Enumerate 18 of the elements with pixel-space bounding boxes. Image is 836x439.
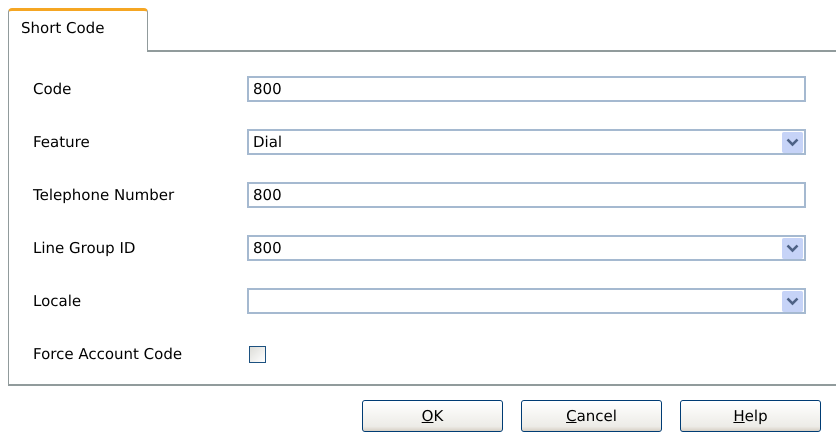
text-field[interactable]: 800 (247, 76, 806, 102)
field-label: Feature (33, 133, 91, 151)
field-label: Telephone Number (33, 186, 176, 204)
chevron-down-icon[interactable] (782, 132, 803, 152)
field-label: Locale (33, 292, 82, 310)
dropdown[interactable]: Dial (247, 129, 806, 155)
dialog-button[interactable]: OK (362, 400, 503, 432)
chevron-down-icon[interactable] (782, 290, 803, 312)
dialog-button[interactable]: Cancel (521, 400, 662, 432)
field-label: Force Account Code (33, 345, 184, 363)
checkbox[interactable] (249, 346, 266, 362)
dialog-button[interactable]: Help (680, 400, 821, 432)
tab[interactable]: Short Code (8, 8, 148, 52)
dropdown[interactable]: 800 (247, 235, 806, 261)
chevron-down-icon[interactable] (782, 238, 803, 258)
field-label: Code (33, 80, 72, 98)
field-label: Line Group ID (33, 239, 136, 257)
text-field[interactable]: 800 (247, 182, 806, 208)
